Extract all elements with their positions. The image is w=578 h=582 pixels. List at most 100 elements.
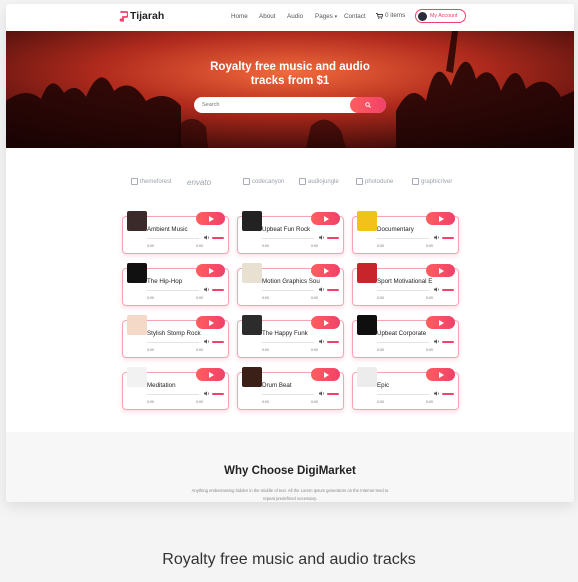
track-progress-bar[interactable] [377, 394, 429, 395]
volume-slider[interactable] [327, 289, 339, 291]
track-current-time: 0:00 [377, 400, 384, 404]
play-icon [208, 371, 214, 378]
nav-home[interactable]: Home [231, 13, 248, 20]
hero-banner: Royalty free music and audio tracks from… [6, 31, 574, 148]
track-card[interactable]: Meditation 0:00 0:00 [122, 367, 229, 410]
brand-mark-icon [131, 178, 138, 185]
track-card[interactable]: The Hip-Hop 0:00 0:00 [122, 263, 229, 306]
play-icon [323, 371, 329, 378]
brand-name: codecanyon [252, 178, 285, 185]
track-progress-bar[interactable] [262, 290, 314, 291]
play-button[interactable] [196, 316, 225, 329]
track-progress-bar[interactable] [377, 290, 429, 291]
track-thumbnail [242, 367, 262, 387]
volume-icon[interactable] [204, 339, 210, 344]
volume-icon[interactable] [319, 287, 325, 292]
page-card: Tijarah Home About Audio Pages ▾ Contact… [6, 4, 574, 502]
volume-slider[interactable] [212, 341, 224, 343]
track-card[interactable]: The Happy Funk 0:00 0:00 [237, 315, 344, 358]
play-button[interactable] [196, 368, 225, 381]
track-title: Drum Beat [262, 382, 292, 389]
search-input[interactable] [202, 97, 342, 113]
track-card[interactable]: Epic 0:00 0:00 [352, 367, 459, 410]
track-progress-bar[interactable] [262, 238, 314, 239]
search-bar [194, 97, 386, 113]
track-progress-bar[interactable] [377, 342, 429, 343]
volume-icon[interactable] [434, 339, 440, 344]
cart-link[interactable]: 0 items [376, 12, 405, 19]
volume-slider[interactable] [327, 341, 339, 343]
search-icon [365, 102, 371, 108]
play-icon [323, 215, 329, 222]
volume-icon[interactable] [204, 391, 210, 396]
play-button[interactable] [426, 316, 455, 329]
track-current-time: 0:00 [377, 244, 384, 248]
track-progress-bar[interactable] [147, 238, 199, 239]
track-current-time: 0:00 [262, 244, 269, 248]
play-icon [208, 215, 214, 222]
play-button[interactable] [311, 368, 340, 381]
nav-audio[interactable]: Audio [287, 13, 303, 20]
track-card[interactable]: Documentary 0:00 0:00 [352, 211, 459, 254]
track-progress-bar[interactable] [147, 342, 199, 343]
volume-icon[interactable] [319, 391, 325, 396]
volume-slider[interactable] [442, 289, 454, 291]
nav-about[interactable]: About [259, 13, 275, 20]
track-progress-bar[interactable] [262, 342, 314, 343]
track-title: The Happy Funk [262, 330, 308, 337]
track-progress-bar[interactable] [147, 290, 199, 291]
volume-icon[interactable] [319, 339, 325, 344]
hero-title-line2: tracks from $1 [250, 75, 330, 87]
play-button[interactable] [196, 212, 225, 225]
track-card[interactable]: Ambient Music 0:00 0:00 [122, 211, 229, 254]
volume-slider[interactable] [212, 393, 224, 395]
track-current-time: 0:00 [147, 400, 154, 404]
volume-icon[interactable] [204, 287, 210, 292]
cart-count: 0 items [385, 12, 406, 19]
track-progress-bar[interactable] [377, 238, 429, 239]
play-button[interactable] [426, 368, 455, 381]
volume-icon[interactable] [319, 235, 325, 240]
play-button[interactable] [311, 316, 340, 329]
play-button[interactable] [426, 264, 455, 277]
volume-slider[interactable] [212, 237, 224, 239]
track-progress-bar[interactable] [262, 394, 314, 395]
play-button[interactable] [311, 212, 340, 225]
volume-slider[interactable] [327, 237, 339, 239]
hero-title-line1: Royalty free music and audio [210, 61, 370, 73]
track-card[interactable]: Upbeat Corporate 0:00 0:00 [352, 315, 459, 358]
track-card[interactable]: Stylish Stomp Rock 0:00 0:00 [122, 315, 229, 358]
play-button[interactable] [311, 264, 340, 277]
brand-name: envato [187, 178, 212, 187]
volume-icon[interactable] [434, 391, 440, 396]
track-card[interactable]: Upbeat Fun Rock 0:00 0:00 [237, 211, 344, 254]
track-card[interactable]: Sport Motivational E 0:00 0:00 [352, 263, 459, 306]
volume-slider[interactable] [212, 289, 224, 291]
track-thumbnail [127, 263, 147, 283]
track-card[interactable]: Drum Beat 0:00 0:00 [237, 367, 344, 410]
logo-icon [119, 10, 128, 22]
nav-contact[interactable]: Contact [344, 13, 366, 20]
track-progress-bar[interactable] [147, 394, 199, 395]
brand-name: themeforest [140, 178, 172, 185]
track-thumbnail [127, 367, 147, 387]
volume-slider[interactable] [442, 341, 454, 343]
my-account-button[interactable]: My Account [415, 9, 466, 23]
play-button[interactable] [426, 212, 455, 225]
search-button[interactable] [350, 97, 386, 113]
track-thumbnail [127, 315, 147, 335]
track-card[interactable]: Motion Graphics Sou 0:00 0:00 [237, 263, 344, 306]
volume-slider[interactable] [442, 237, 454, 239]
volume-slider[interactable] [327, 393, 339, 395]
logo[interactable]: Tijarah [119, 10, 164, 22]
volume-icon[interactable] [434, 287, 440, 292]
track-duration: 0:00 [426, 348, 433, 352]
nav-pages[interactable]: Pages ▾ [315, 13, 337, 20]
track-current-time: 0:00 [147, 244, 154, 248]
track-current-time: 0:00 [147, 348, 154, 352]
volume-icon[interactable] [434, 235, 440, 240]
volume-icon[interactable] [204, 235, 210, 240]
play-button[interactable] [196, 264, 225, 277]
brand-envato: envato [187, 178, 211, 187]
volume-slider[interactable] [442, 393, 454, 395]
